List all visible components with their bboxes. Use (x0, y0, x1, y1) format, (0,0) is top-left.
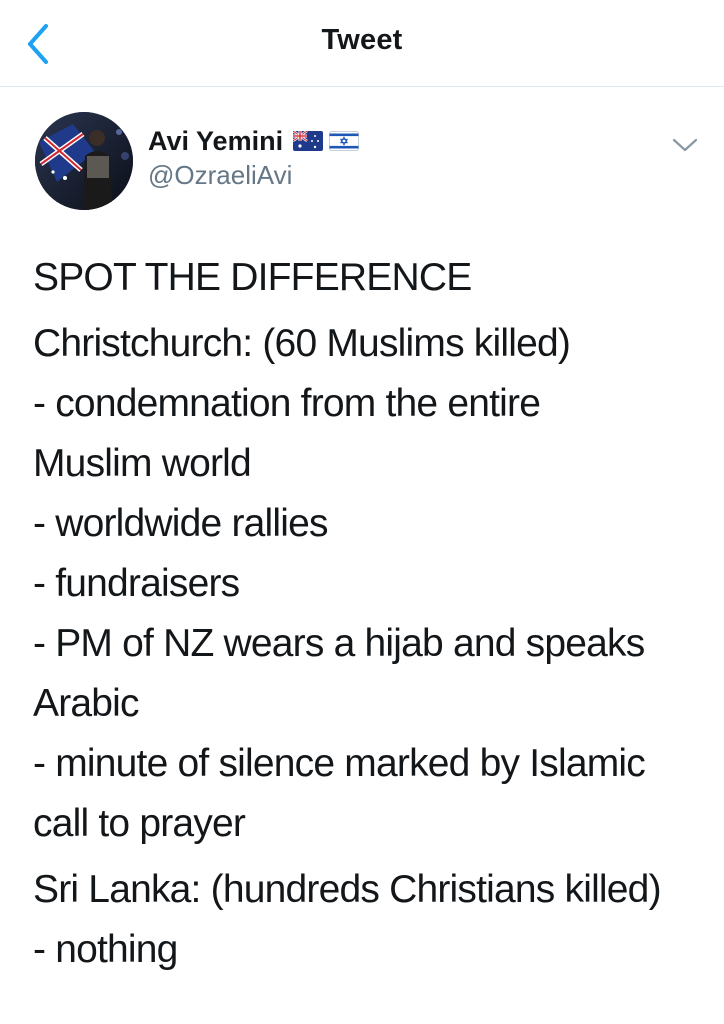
tweet-line: - condemnation from the entire (33, 382, 541, 425)
avatar[interactable] (35, 112, 133, 210)
chevron-down-icon[interactable] (670, 134, 700, 156)
tweet-line: - fundraisers (33, 562, 240, 605)
page-title: Tweet (321, 24, 403, 56)
tweet-line: - PM of NZ wears a hijab and speaks (33, 622, 645, 665)
tweet-line: Arabic (33, 682, 140, 725)
israel-flag-icon (329, 131, 360, 151)
author-handle[interactable]: @OzraeliAvi (148, 160, 292, 191)
tweet-line: Muslim world (33, 442, 252, 485)
tweet-line: SPOT THE DIFFERENCE (33, 256, 472, 299)
tweet-line: call to prayer (33, 802, 246, 845)
tweet-line: Christchurch: (60 Muslims killed) (33, 322, 571, 365)
australia-flag-icon (293, 131, 324, 151)
author-display-name[interactable]: Avi Yemini (148, 126, 283, 157)
tweet-line: - minute of silence marked by Islamic (33, 742, 646, 785)
author-name-row: Avi Yemini (148, 124, 365, 158)
tweet-text: SPOT THE DIFFERENCE Christchurch: (60 Mu… (33, 248, 703, 980)
tweet-line: - nothing (33, 928, 178, 971)
top-nav-bar: Tweet (0, 0, 724, 87)
tweet-line: - worldwide rallies (33, 502, 329, 545)
tweet-line: Sri Lanka: (hundreds Christians killed) (33, 868, 662, 911)
